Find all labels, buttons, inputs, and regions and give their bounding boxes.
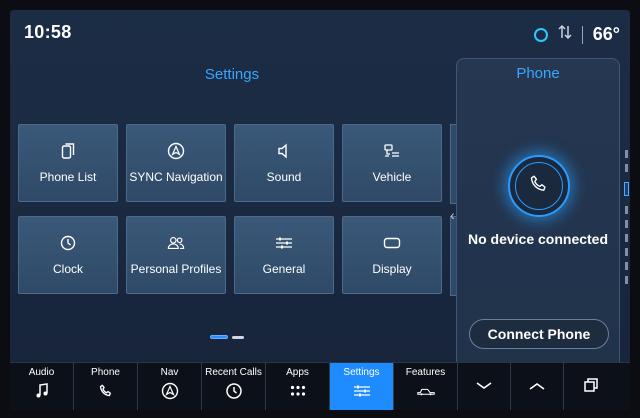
tile-label: Phone List — [39, 170, 97, 184]
nav-apps[interactable]: Apps — [266, 363, 330, 410]
tile-label: Sound — [266, 170, 302, 184]
sliders-icon — [275, 234, 293, 252]
infotainment-screen: 10:58 66° Settings Phone List SYNC Navig… — [10, 10, 630, 410]
profiles-icon — [167, 234, 185, 252]
scrollbar[interactable] — [624, 150, 629, 290]
scroll-tick — [625, 234, 628, 242]
nav-audio[interactable]: Audio — [10, 363, 74, 410]
speaker-icon — [275, 142, 293, 160]
nav-label: Nav — [160, 367, 179, 378]
expand-button[interactable] — [511, 363, 564, 410]
page-dot-active[interactable] — [210, 335, 228, 339]
clock-time: 10:58 — [24, 22, 72, 42]
settings-grid: Phone List SYNC Navigation Sound Vehicle — [18, 124, 460, 298]
tile-sound[interactable]: Sound — [234, 124, 334, 202]
connect-phone-button[interactable]: Connect Phone — [469, 319, 609, 349]
nav-label: Settings — [343, 367, 380, 378]
phone-status-circle — [508, 155, 570, 217]
recent-calls-icon — [225, 382, 243, 400]
phone-status-text: No device connected — [467, 231, 609, 247]
scroll-tick — [625, 248, 628, 256]
windows-icon — [583, 377, 599, 398]
data-transfer-icon — [558, 24, 572, 45]
tile-personal-profiles[interactable]: Personal Profiles — [126, 216, 226, 294]
tile-label: Personal Profiles — [130, 262, 222, 276]
nav-label: Recent Calls — [205, 367, 262, 378]
nav-label: Apps — [286, 367, 309, 378]
phone-handset-icon — [528, 173, 550, 200]
nav-features[interactable]: Features — [394, 363, 458, 410]
tile-label: SYNC Navigation — [129, 170, 223, 184]
tile-display[interactable]: Display — [342, 216, 442, 294]
status-area: 66° — [533, 24, 620, 45]
alexa-icon[interactable] — [533, 27, 548, 42]
tile-phone-list[interactable]: Phone List — [18, 124, 118, 202]
outside-temperature: 66° — [592, 24, 620, 44]
phone-panel-title: Phone — [516, 65, 560, 82]
tile-label: General — [262, 262, 306, 276]
music-note-icon — [33, 382, 51, 400]
navigation-icon — [167, 142, 185, 160]
tile-sync-navigation[interactable]: SYNC Navigation — [126, 124, 226, 202]
scroll-thumb[interactable] — [624, 182, 629, 196]
scroll-tick — [625, 206, 628, 214]
chevron-up-icon — [528, 378, 546, 396]
features-car-icon — [416, 382, 435, 400]
nav-label: Phone — [91, 367, 120, 378]
tile-clock[interactable]: Clock — [18, 216, 118, 294]
nav-nav[interactable]: Nav — [138, 363, 202, 410]
display-icon — [383, 234, 401, 252]
scroll-tick — [625, 150, 628, 158]
tile-label: Display — [372, 262, 412, 276]
clock-icon — [59, 234, 77, 252]
status-divider — [581, 25, 583, 44]
chevron-down-icon — [475, 378, 493, 396]
chevron-left-icon[interactable]: ‹ — [450, 207, 455, 223]
vehicle-icon — [383, 142, 401, 160]
phone-icon — [97, 382, 115, 400]
scroll-tick — [625, 164, 628, 172]
scroll-tick — [625, 220, 628, 228]
page-dot[interactable] — [232, 335, 244, 339]
nav-settings[interactable]: Settings — [330, 363, 394, 410]
bottom-nav-bar: Audio Phone Nav Recent Calls Apps Settin… — [10, 362, 630, 410]
tile-vehicle[interactable]: Vehicle — [342, 124, 442, 202]
phone-status-ring — [515, 162, 563, 210]
settings-sliders-icon — [353, 382, 371, 400]
apps-grid-icon — [289, 382, 307, 400]
page-title: Settings — [204, 66, 260, 83]
windows-button[interactable] — [564, 363, 617, 410]
tile-label: Vehicle — [372, 170, 412, 184]
collapse-button[interactable] — [458, 363, 511, 410]
phone-list-icon — [59, 142, 77, 160]
scroll-tick — [625, 276, 628, 284]
page-indicator[interactable] — [210, 335, 244, 339]
nav-label: Features — [405, 367, 446, 378]
tile-label: Clock — [52, 262, 83, 276]
tile-general[interactable]: General — [234, 216, 334, 294]
scroll-tick — [625, 262, 628, 270]
phone-panel: ‹ Phone No device connected Connect Phon… — [450, 58, 620, 368]
nav-recent-calls[interactable]: Recent Calls — [202, 363, 266, 410]
navigation-icon — [161, 382, 179, 400]
nav-phone[interactable]: Phone — [74, 363, 138, 410]
nav-label: Audio — [28, 367, 55, 378]
